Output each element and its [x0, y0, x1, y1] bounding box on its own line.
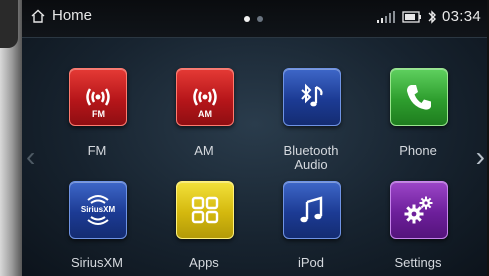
- infotainment-screen: Home 03:34 ‹ › FM FM AM AM Bluetooth Aud…: [22, 0, 487, 276]
- home-header[interactable]: Home: [30, 7, 92, 24]
- page-title: Home: [52, 7, 93, 24]
- app-label-siriusxm: SiriusXM: [70, 255, 123, 270]
- apps-grid-icon[interactable]: [176, 181, 234, 239]
- app-label-bluetooth-audio: Bluetooth Audio: [283, 143, 339, 172]
- double-note-icon: [300, 196, 323, 223]
- grid-squares-icon: [191, 196, 219, 224]
- fm-badge: FM: [92, 109, 105, 119]
- bluetooth-status-icon: [428, 9, 436, 24]
- siriusxm-logo-text: SiriusXM: [80, 205, 116, 214]
- status-bar: Home 03:34: [22, 0, 487, 38]
- app-label-apps: Apps: [189, 255, 219, 270]
- next-page-arrow-icon[interactable]: ›: [476, 143, 485, 171]
- gears-icon[interactable]: [390, 181, 448, 239]
- signal-strength-icon: [376, 10, 395, 23]
- phone-handset-icon: [407, 85, 431, 110]
- app-label-am: AM: [194, 143, 214, 158]
- am-badge: AM: [198, 109, 212, 119]
- clock: 03:34: [441, 8, 481, 25]
- battery-icon: [402, 10, 421, 23]
- app-label-settings: Settings: [394, 255, 442, 270]
- app-label-phone: Phone: [399, 143, 437, 158]
- app-label-fm: FM: [87, 143, 107, 158]
- bluetooth-note-icon: [301, 83, 323, 107]
- bezel-notch: [0, 0, 18, 48]
- page-dot-2[interactable]: [257, 16, 263, 22]
- settings-gears-icon: [404, 196, 433, 224]
- bluetooth-audio-icon[interactable]: [283, 68, 341, 126]
- status-icons: 03:34: [375, 8, 481, 25]
- siriusxm-icon[interactable]: SiriusXM: [69, 181, 127, 239]
- app-label-ipod: iPod: [297, 255, 325, 270]
- page-indicator: [244, 16, 263, 22]
- page-dot-1[interactable]: [244, 16, 250, 22]
- fm-radio-icon[interactable]: FM: [69, 68, 127, 126]
- phone-icon[interactable]: [390, 68, 448, 126]
- previous-page-arrow-icon[interactable]: ‹: [26, 143, 35, 171]
- music-note-icon[interactable]: [283, 181, 341, 239]
- am-radio-icon[interactable]: AM: [176, 68, 234, 126]
- home-icon: [31, 9, 45, 23]
